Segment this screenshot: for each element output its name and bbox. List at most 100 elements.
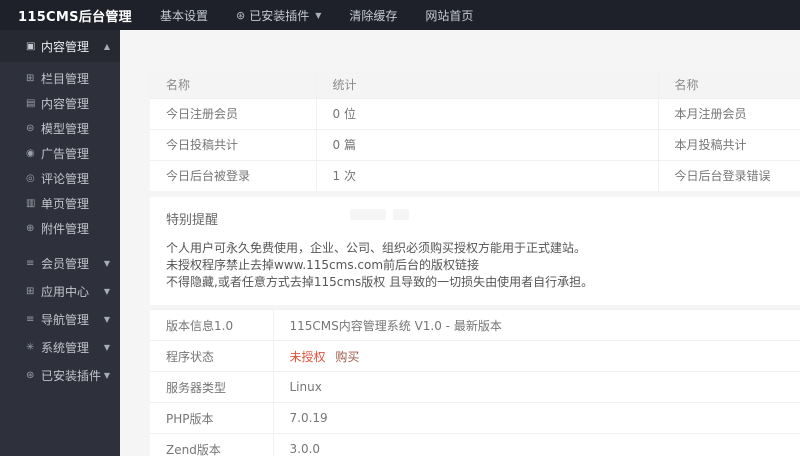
topnav-site-home[interactable]: 网站首页 <box>425 7 473 24</box>
placeholder-badge <box>393 209 409 220</box>
sidebar-group-system[interactable]: ✳ 系统管理 ▼ <box>0 333 120 361</box>
table-row: 程序状态 未授权 购买 <box>150 340 800 372</box>
page-icon: ▥ <box>26 198 36 209</box>
table-row: 今日注册会员 0 位 本月注册会员 <box>150 97 800 129</box>
topnav-basic-settings-label: 基本设置 <box>159 8 208 23</box>
caret-down-icon: ▼ <box>103 258 110 268</box>
apps-icon: ⊞ <box>26 285 35 297</box>
sidebar-item-models[interactable]: ⊜ 模型管理 <box>0 116 120 141</box>
info-label: PHP版本 <box>150 402 274 434</box>
attachment-icon: ⊕ <box>26 223 35 234</box>
topbar: 115CMS后台管理 基本设置 ⊛ 已安装插件 ▼ 清除缓存 网站首页 <box>0 0 800 30</box>
table-row: 版本信息1.0 115CMS内容管理系统 V1.0 - 最新版本 <box>150 309 800 341</box>
member-lines-icon: ≡ <box>26 257 35 269</box>
sidebar-item-label: 广告管理 <box>41 147 90 161</box>
sidebar-item-label: 内容管理 <box>41 97 90 111</box>
topnav-clear-cache-label: 清除缓存 <box>349 8 398 23</box>
status-unauthorized: 未授权 <box>289 349 326 364</box>
sidebar-collapsed-groups: ≡ 会员管理 ▼ ⊞ 应用中心 ▼ ≡ 导航管理 ▼ ✳ 系统管理 ▼ ⊛ 已安… <box>0 249 120 389</box>
notice-header: 特别提醒 <box>150 197 800 234</box>
comment-icon: ◎ <box>26 173 35 184</box>
topnav-clear-cache[interactable]: 清除缓存 <box>349 7 397 24</box>
info-label: 版本信息1.0 <box>150 309 274 341</box>
info-value: 7.0.19 <box>273 402 800 434</box>
sidebar-item-attachments[interactable]: ⊕ 附件管理 <box>0 216 120 241</box>
topnav-installed-plugins-label: 已安装插件 <box>249 8 310 23</box>
notice-line: 未授权程序禁止去掉www.115cms.com前后台的版权链接 <box>166 258 480 272</box>
sidebar-group-app-center[interactable]: ⊞ 应用中心 ▼ <box>0 277 120 305</box>
stats-header-name2: 名称 <box>658 72 800 98</box>
caret-down-icon: ▼ <box>103 342 110 352</box>
notice-line: 个人用户可永久免费使用，企业、公司、组织必须购买授权方能用于正式建站。 <box>166 241 587 255</box>
stat-label: 今日投稿共计 <box>150 128 317 160</box>
app-title: 115CMS后台管理 <box>18 9 132 25</box>
placeholder-badge <box>350 209 386 220</box>
sidebar-item-label: 评论管理 <box>41 172 90 186</box>
version-info-card: 版本信息1.0 115CMS内容管理系统 V1.0 - 最新版本 程序状态 未授… <box>150 309 800 456</box>
sidebar-group-label: 应用中心 <box>41 284 90 299</box>
stat-label: 今日注册会员 <box>150 97 317 129</box>
sidebar-group-content-management[interactable]: ▣ 内容管理 ▲ <box>0 30 120 62</box>
notice-line: 不得隐藏,或者任意方式去掉115cms版权 且导致的一切损失由使用者自行承担。 <box>166 275 594 289</box>
sidebar-item-content[interactable]: ▤ 内容管理 <box>0 91 120 116</box>
stat-value: 0 位 <box>316 97 659 129</box>
sidebar-item-comments[interactable]: ◎ 评论管理 <box>0 166 120 191</box>
plugin-gear-icon: ⊛ <box>26 369 35 381</box>
table-row: Zend版本 3.0.0 <box>150 433 800 456</box>
info-label: 服务器类型 <box>150 371 274 403</box>
sidebar-group-installed-plugins[interactable]: ⊛ 已安装插件 ▼ <box>0 361 120 389</box>
topnav-site-home-label: 网站首页 <box>425 8 474 23</box>
ad-target-icon: ◉ <box>26 148 35 159</box>
sidebar-item-ads[interactable]: ◉ 广告管理 <box>0 141 120 166</box>
notice-body: 个人用户可永久免费使用，企业、公司、组织必须购买授权方能用于正式建站。 未授权程… <box>150 234 800 305</box>
version-info-table: 版本信息1.0 115CMS内容管理系统 V1.0 - 最新版本 程序状态 未授… <box>150 309 800 456</box>
caret-up-icon: ▲ <box>103 41 110 51</box>
sidebar-group-label: 导航管理 <box>41 312 90 327</box>
stat-label: 本月注册会员 <box>658 97 800 129</box>
sidebar-item-label: 模型管理 <box>41 122 90 136</box>
sidebar-item-pages[interactable]: ▥ 单页管理 <box>0 191 120 216</box>
stats-header-count: 统计 <box>316 72 659 98</box>
sidebar-item-label: 附件管理 <box>41 222 90 236</box>
stats-header-row: 名称 统计 名称 <box>150 72 800 98</box>
table-row: 服务器类型 Linux <box>150 371 800 403</box>
buy-link[interactable]: 购买 <box>335 350 359 364</box>
info-value: 115CMS内容管理系统 V1.0 - 最新版本 <box>273 309 800 341</box>
top-menu: 基本设置 ⊛ 已安装插件 ▼ 清除缓存 网站首页 <box>160 7 501 24</box>
nav-lines-icon: ≡ <box>26 313 35 325</box>
notice-title: 特别提醒 <box>166 213 219 228</box>
sidebar-group-label: 系统管理 <box>41 340 90 355</box>
sidebar-group-label: 已安装插件 <box>41 368 102 383</box>
notice-card: 特别提醒 个人用户可永久免费使用，企业、公司、组织必须购买授权方能用于正式建站。… <box>150 197 800 305</box>
info-value: Linux <box>273 371 800 403</box>
table-row: PHP版本 7.0.19 <box>150 402 800 434</box>
sidebar-item-columns[interactable]: ⊞ 栏目管理 <box>0 66 120 91</box>
document-icon: ▤ <box>26 98 36 109</box>
topnav-installed-plugins[interactable]: ⊛ 已安装插件 ▼ <box>236 7 321 24</box>
caret-down-icon: ▼ <box>103 370 110 380</box>
sidebar: ▣ 内容管理 ▲ ⊞ 栏目管理 ▤ 内容管理 ⊜ 模型管理 ◉ 广告管理 ◎ 评… <box>0 30 120 456</box>
stat-label: 本月投稿共计 <box>658 128 800 160</box>
sidebar-item-label: 栏目管理 <box>41 72 90 86</box>
stats-header-name: 名称 <box>150 72 317 98</box>
main-content: 名称 统计 名称 今日注册会员 0 位 本月注册会员 今日投稿共计 0 篇 本月… <box>120 30 800 456</box>
info-value: 3.0.0 <box>273 433 800 456</box>
caret-down-icon: ▼ <box>103 286 110 296</box>
stat-label: 今日后台被登录 <box>150 159 317 191</box>
gear-icon: ⊛ <box>236 8 246 22</box>
sidebar-group-members[interactable]: ≡ 会员管理 ▼ <box>0 249 120 277</box>
columns-icon: ⊞ <box>26 73 35 84</box>
stats-table: 名称 统计 名称 今日注册会员 0 位 本月注册会员 今日投稿共计 0 篇 本月… <box>150 72 800 191</box>
caret-down-icon: ▼ <box>315 10 322 20</box>
topnav-basic-settings[interactable]: 基本设置 <box>160 7 208 24</box>
info-label: 程序状态 <box>150 340 274 372</box>
sidebar-group-navigation[interactable]: ≡ 导航管理 ▼ <box>0 305 120 333</box>
content-group-icon: ▣ <box>26 40 36 52</box>
caret-down-icon: ▼ <box>103 314 110 324</box>
sidebar-group-label: 会员管理 <box>41 256 90 271</box>
info-value: 未授权 购买 <box>273 340 800 372</box>
stat-label: 今日后台登录错误 <box>658 159 800 191</box>
stat-value: 0 篇 <box>316 128 659 160</box>
sidebar-submenu-content: ⊞ 栏目管理 ▤ 内容管理 ⊜ 模型管理 ◉ 广告管理 ◎ 评论管理 ▥ 单页管… <box>0 62 120 241</box>
stats-table-card: 名称 统计 名称 今日注册会员 0 位 本月注册会员 今日投稿共计 0 篇 本月… <box>150 72 800 191</box>
